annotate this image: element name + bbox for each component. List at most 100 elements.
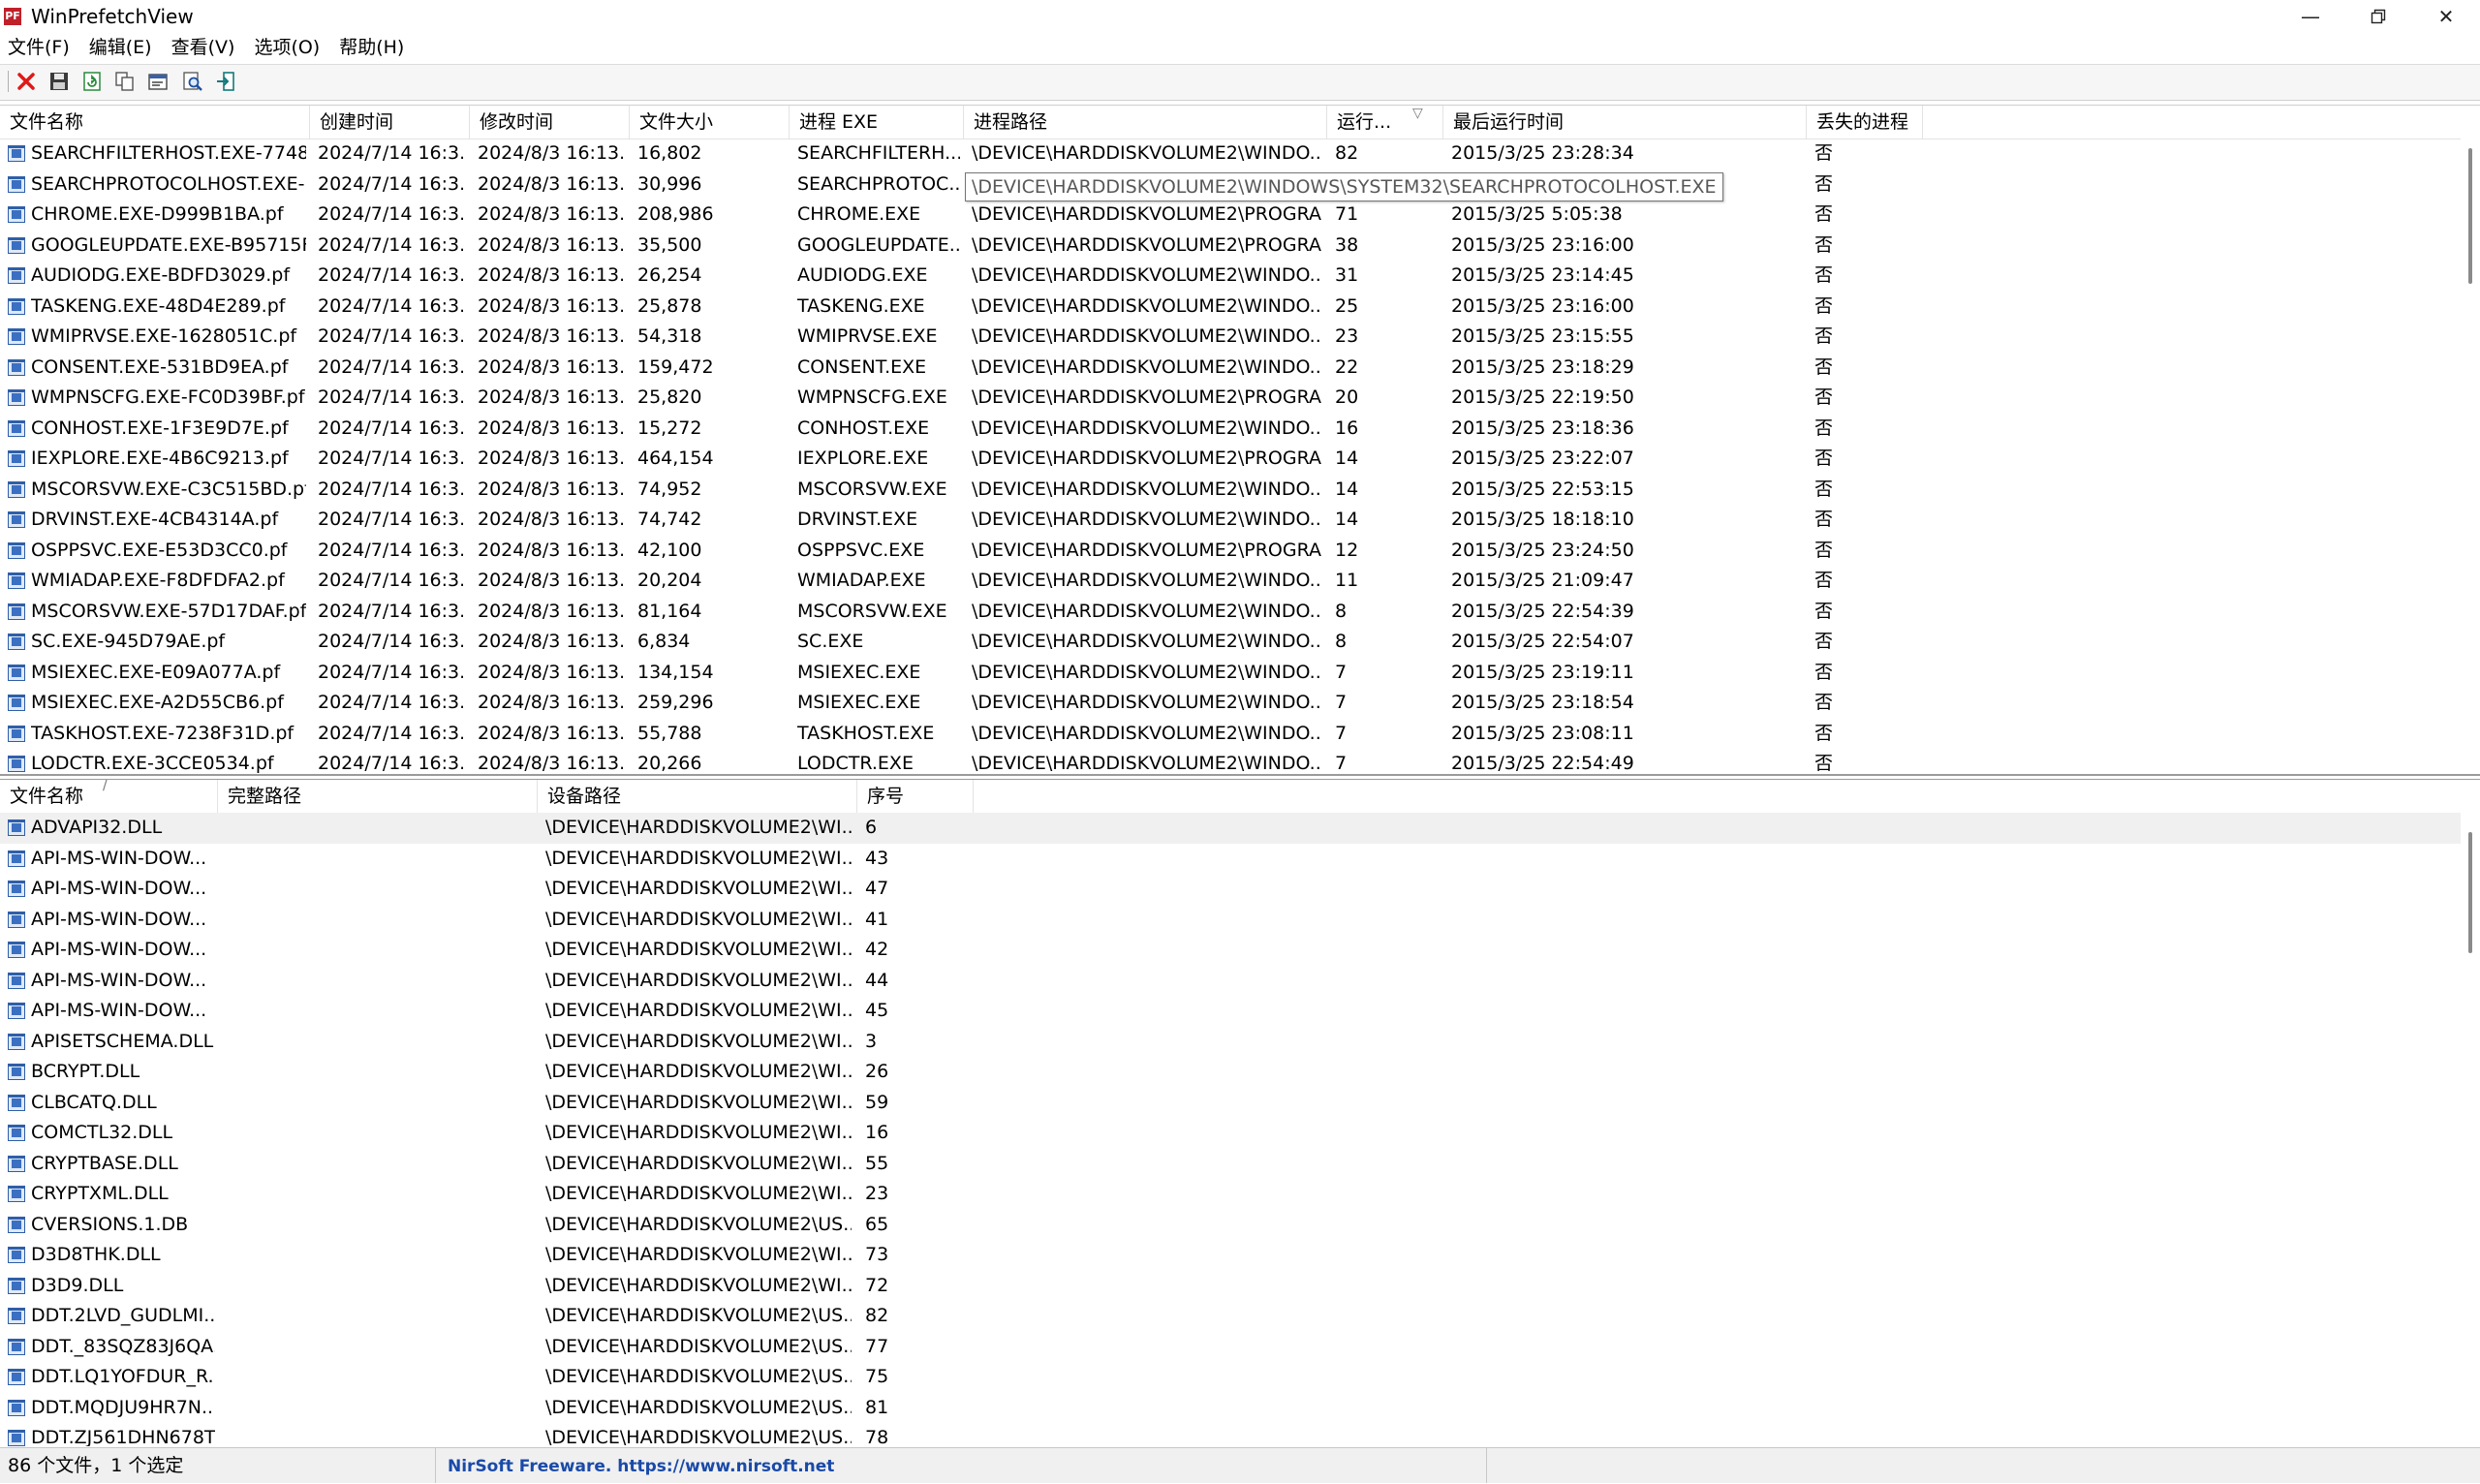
table-row[interactable]: GOOGLEUPDATE.EXE-B95715F... 2024/7/14 16:…: [0, 231, 2461, 262]
menu-view[interactable]: 查看(V): [162, 34, 245, 61]
table-row[interactable]: IEXPLORE.EXE-4B6C9213.pf 2024/7/14 16:3..…: [0, 444, 2461, 475]
menu-help[interactable]: 帮助(H): [329, 34, 414, 61]
file-icon: [8, 511, 25, 528]
table-row[interactable]: SC.EXE-945D79AE.pf 2024/7/14 16:3... 2024/…: [0, 627, 2461, 658]
table-row[interactable]: D3D8THK.DLL \DEVICE\HARDDISKVOLUME2\WI...…: [0, 1240, 2461, 1271]
table-row[interactable]: CRYPTBASE.DLL \DEVICE\HARDDISKVOLUME2\WI.…: [0, 1149, 2461, 1180]
table-row[interactable]: CRYPTXML.DLL \DEVICE\HARDDISKVOLUME2\WI..…: [0, 1179, 2461, 1210]
table-row[interactable]: COMCTL32.DLL \DEVICE\HARDDISKVOLUME2\WI..…: [0, 1118, 2461, 1149]
scrollbar-thumb[interactable]: [2468, 148, 2472, 284]
cell-last-run-time: 2015/3/25 23:16:00: [1451, 294, 1634, 317]
cell-device-path: \DEVICE\HARDDISKVOLUME2\WI...: [545, 847, 852, 869]
table-row[interactable]: API-MS-WIN-DOW... \DEVICE\HARDDISKVOLUME2…: [0, 844, 2461, 875]
column-header-modified-time[interactable]: 修改时间: [470, 106, 630, 139]
table-row[interactable]: DDT.ZJ561DHN678T... \DEVICE\HARDDISKVOLUM…: [0, 1423, 2461, 1446]
find-button[interactable]: [180, 69, 205, 94]
table-row[interactable]: CONHOST.EXE-1F3E9D7E.pf 2024/7/14 16:3...…: [0, 414, 2461, 445]
minimize-button[interactable]: —: [2277, 0, 2344, 33]
nirsoft-link[interactable]: NirSoft Freeware. https://www.nirsoft.ne…: [448, 1457, 834, 1476]
table-row[interactable]: API-MS-WIN-DOW... \DEVICE\HARDDISKVOLUME2…: [0, 966, 2461, 997]
cell-device-path: \DEVICE\HARDDISKVOLUME2\WI...: [545, 1183, 852, 1204]
table-row[interactable]: DDT.LQ1YOFDUR_R... \DEVICE\HARDDISKVOLUME…: [0, 1362, 2461, 1393]
restore-icon: [2371, 9, 2386, 24]
file-icon: [8, 881, 25, 897]
top-vertical-scrollbar[interactable]: [2461, 139, 2480, 773]
table-row[interactable]: MSCORSVW.EXE-C3C515BD.pf 2024/7/14 16:3..…: [0, 475, 2461, 506]
table-row[interactable]: TASKHOST.EXE-7238F31D.pf 2024/7/14 16:3..…: [0, 719, 2461, 750]
table-row[interactable]: ADVAPI32.DLL \DEVICE\HARDDISKVOLUME2\WI..…: [0, 813, 2461, 844]
cell-index: 73: [865, 1244, 889, 1265]
column-header-process-exe[interactable]: 进程 EXE: [790, 106, 964, 139]
exit-button[interactable]: [213, 69, 238, 94]
save-button[interactable]: [46, 69, 72, 94]
table-row[interactable]: API-MS-WIN-DOW... \DEVICE\HARDDISKVOLUME2…: [0, 905, 2461, 936]
table-row[interactable]: API-MS-WIN-DOW... \DEVICE\HARDDISKVOLUME2…: [0, 996, 2461, 1027]
table-row[interactable]: DDT._83SQZ83J6QA... \DEVICE\HARDDISKVOLUM…: [0, 1332, 2461, 1363]
column-header-index[interactable]: 序号: [857, 780, 974, 813]
table-row[interactable]: CVERSIONS.1.DB \DEVICE\HARDDISKVOLUME2\US…: [0, 1210, 2461, 1241]
column-header-process-path[interactable]: 进程路径: [964, 106, 1327, 139]
table-row[interactable]: TASKENG.EXE-48D4E289.pf 2024/7/14 16:3...…: [0, 292, 2461, 323]
close-window-button[interactable]: ✕: [2412, 0, 2480, 33]
table-row[interactable]: AUDIODG.EXE-BDFD3029.pf 2024/7/14 16:3...…: [0, 261, 2461, 292]
cell-process-exe: SEARCHPROTOC...: [797, 172, 960, 195]
table-row[interactable]: MSIEXEC.EXE-A2D55CB6.pf 2024/7/14 16:3...…: [0, 688, 2461, 719]
cell-process-exe: AUDIODG.EXE: [797, 264, 928, 286]
table-row[interactable]: API-MS-WIN-DOW... \DEVICE\HARDDISKVOLUME2…: [0, 935, 2461, 966]
column-header-file-name[interactable]: 文件名称: [0, 780, 218, 813]
file-icon: [8, 942, 25, 958]
file-icon: [8, 972, 25, 989]
table-row[interactable]: D3D9.DLL \DEVICE\HARDDISKVOLUME2\WI... 72: [0, 1271, 2461, 1302]
copy-button[interactable]: [112, 69, 138, 94]
file-icon: [8, 1064, 25, 1080]
column-header-run-count[interactable]: 运行...: [1327, 106, 1443, 139]
bottom-vertical-scrollbar[interactable]: [2461, 813, 2480, 1442]
menu-file[interactable]: 文件(F): [0, 34, 79, 61]
cell-created-time: 2024/7/14 16:3...: [318, 570, 463, 591]
scrollbar-thumb[interactable]: [2468, 832, 2472, 953]
table-row[interactable]: BCRYPT.DLL \DEVICE\HARDDISKVOLUME2\WI... 2…: [0, 1057, 2461, 1088]
table-row[interactable]: LODCTR.EXE-3CCE0534.pf 2024/7/14 16:3... 2…: [0, 749, 2461, 774]
file-icon: [8, 145, 25, 162]
column-header-file-name[interactable]: 文件名称: [0, 106, 310, 139]
table-row[interactable]: MSCORSVW.EXE-57D17DAF.pf 2024/7/14 16:3..…: [0, 597, 2461, 628]
cell-process-exe: MSCORSVW.EXE: [797, 600, 947, 622]
cell-index: 47: [865, 878, 889, 899]
column-header-created-time[interactable]: 创建时间: [310, 106, 470, 139]
file-icon: [8, 1308, 25, 1324]
table-body: SEARCHFILTERHOST.EXE-7748... 2024/7/14 16…: [0, 139, 2461, 774]
cell-file-name: LODCTR.EXE-3CCE0534.pf: [31, 753, 274, 774]
column-header-file-size[interactable]: 文件大小: [630, 106, 790, 139]
table-row[interactable]: SEARCHFILTERHOST.EXE-7748... 2024/7/14 16…: [0, 139, 2461, 170]
sort-descending-icon: ▽: [1412, 106, 1423, 121]
table-row[interactable]: WMIPRVSE.EXE-1628051C.pf 2024/7/14 16:3..…: [0, 322, 2461, 353]
column-header-missing-process[interactable]: 丢失的进程: [1807, 106, 1923, 139]
table-row[interactable]: OSPPSVC.EXE-E53D3CC0.pf 2024/7/14 16:3...…: [0, 536, 2461, 567]
cell-created-time: 2024/7/14 16:3...: [318, 753, 463, 774]
table-row[interactable]: CLBCATQ.DLL \DEVICE\HARDDISKVOLUME2\WI...…: [0, 1088, 2461, 1119]
table-row[interactable]: CHROME.EXE-D999B1BA.pf 2024/7/14 16:3... 2…: [0, 200, 2461, 231]
restore-button[interactable]: [2344, 0, 2412, 33]
delete-button[interactable]: [14, 69, 39, 94]
cell-device-path: \DEVICE\HARDDISKVOLUME2\US...: [545, 1305, 852, 1326]
cell-last-run-time: 2015/3/25 23:19:11: [1451, 661, 1634, 683]
menu-edit[interactable]: 编辑(E): [79, 34, 162, 61]
table-row[interactable]: DDT.MQDJU9HR7N... \DEVICE\HARDDISKVOLUME2…: [0, 1393, 2461, 1424]
table-row[interactable]: API-MS-WIN-DOW... \DEVICE\HARDDISKVOLUME2…: [0, 874, 2461, 905]
table-row[interactable]: CONSENT.EXE-531BD9EA.pf 2024/7/14 16:3...…: [0, 353, 2461, 384]
menu-options[interactable]: 选项(O): [244, 34, 329, 61]
column-header-full-path[interactable]: 完整路径: [218, 780, 538, 813]
table-row[interactable]: WMIADAP.EXE-F8DFDFA2.pf 2024/7/14 16:3...…: [0, 566, 2461, 597]
file-icon: [8, 572, 25, 589]
table-row[interactable]: DRVINST.EXE-4CB4314A.pf 2024/7/14 16:3...…: [0, 505, 2461, 536]
table-row[interactable]: DDT.2LVD_GUDLMI... \DEVICE\HARDDISKVOLUME…: [0, 1301, 2461, 1332]
properties-button[interactable]: [145, 69, 170, 94]
table-row[interactable]: WMPNSCFG.EXE-FC0D39BF.pf 2024/7/14 16:3..…: [0, 383, 2461, 414]
column-header-device-path[interactable]: 设备路径: [538, 780, 857, 813]
refresh-button[interactable]: [79, 69, 105, 94]
cell-process-exe: IEXPLORE.EXE: [797, 448, 929, 469]
column-header-last-run-time[interactable]: 最后运行时间: [1443, 106, 1807, 139]
cell-run-count: 14: [1335, 448, 1359, 469]
table-row[interactable]: APISETSCHEMA.DLL \DEVICE\HARDDISKVOLUME2\…: [0, 1027, 2461, 1058]
table-row[interactable]: MSIEXEC.EXE-E09A077A.pf 2024/7/14 16:3...…: [0, 658, 2461, 689]
